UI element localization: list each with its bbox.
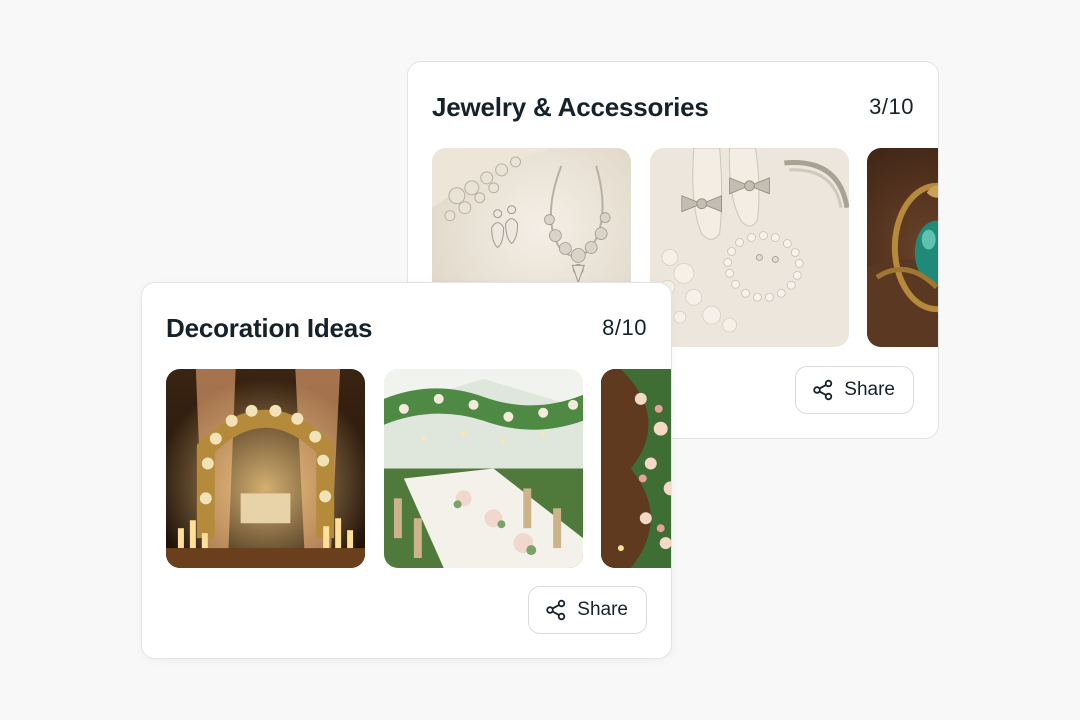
bridal-shoes-pearls-image[interactable]	[650, 148, 849, 347]
image-counter: 3/10	[869, 94, 914, 119]
share-button[interactable]: Share	[795, 366, 914, 414]
board-title: Decoration Ideas	[166, 313, 373, 343]
floral-arch-candles-image[interactable]	[166, 369, 365, 568]
board-title: Jewelry & Accessories	[432, 92, 709, 122]
board-card-decoration[interactable]: Decoration Ideas 8/10 Share	[141, 282, 672, 659]
share-label: Share	[844, 379, 895, 400]
tent-banquet-table-image[interactable]	[384, 369, 583, 568]
emerald-ring-image[interactable]	[867, 148, 938, 347]
share-label: Share	[577, 599, 628, 620]
share-button[interactable]: Share	[528, 586, 647, 634]
share-icon	[545, 599, 567, 621]
floral-column-image[interactable]	[601, 369, 671, 568]
image-counter: 8/10	[602, 315, 647, 340]
share-icon	[812, 379, 834, 401]
image-carousel[interactable]	[166, 369, 671, 569]
